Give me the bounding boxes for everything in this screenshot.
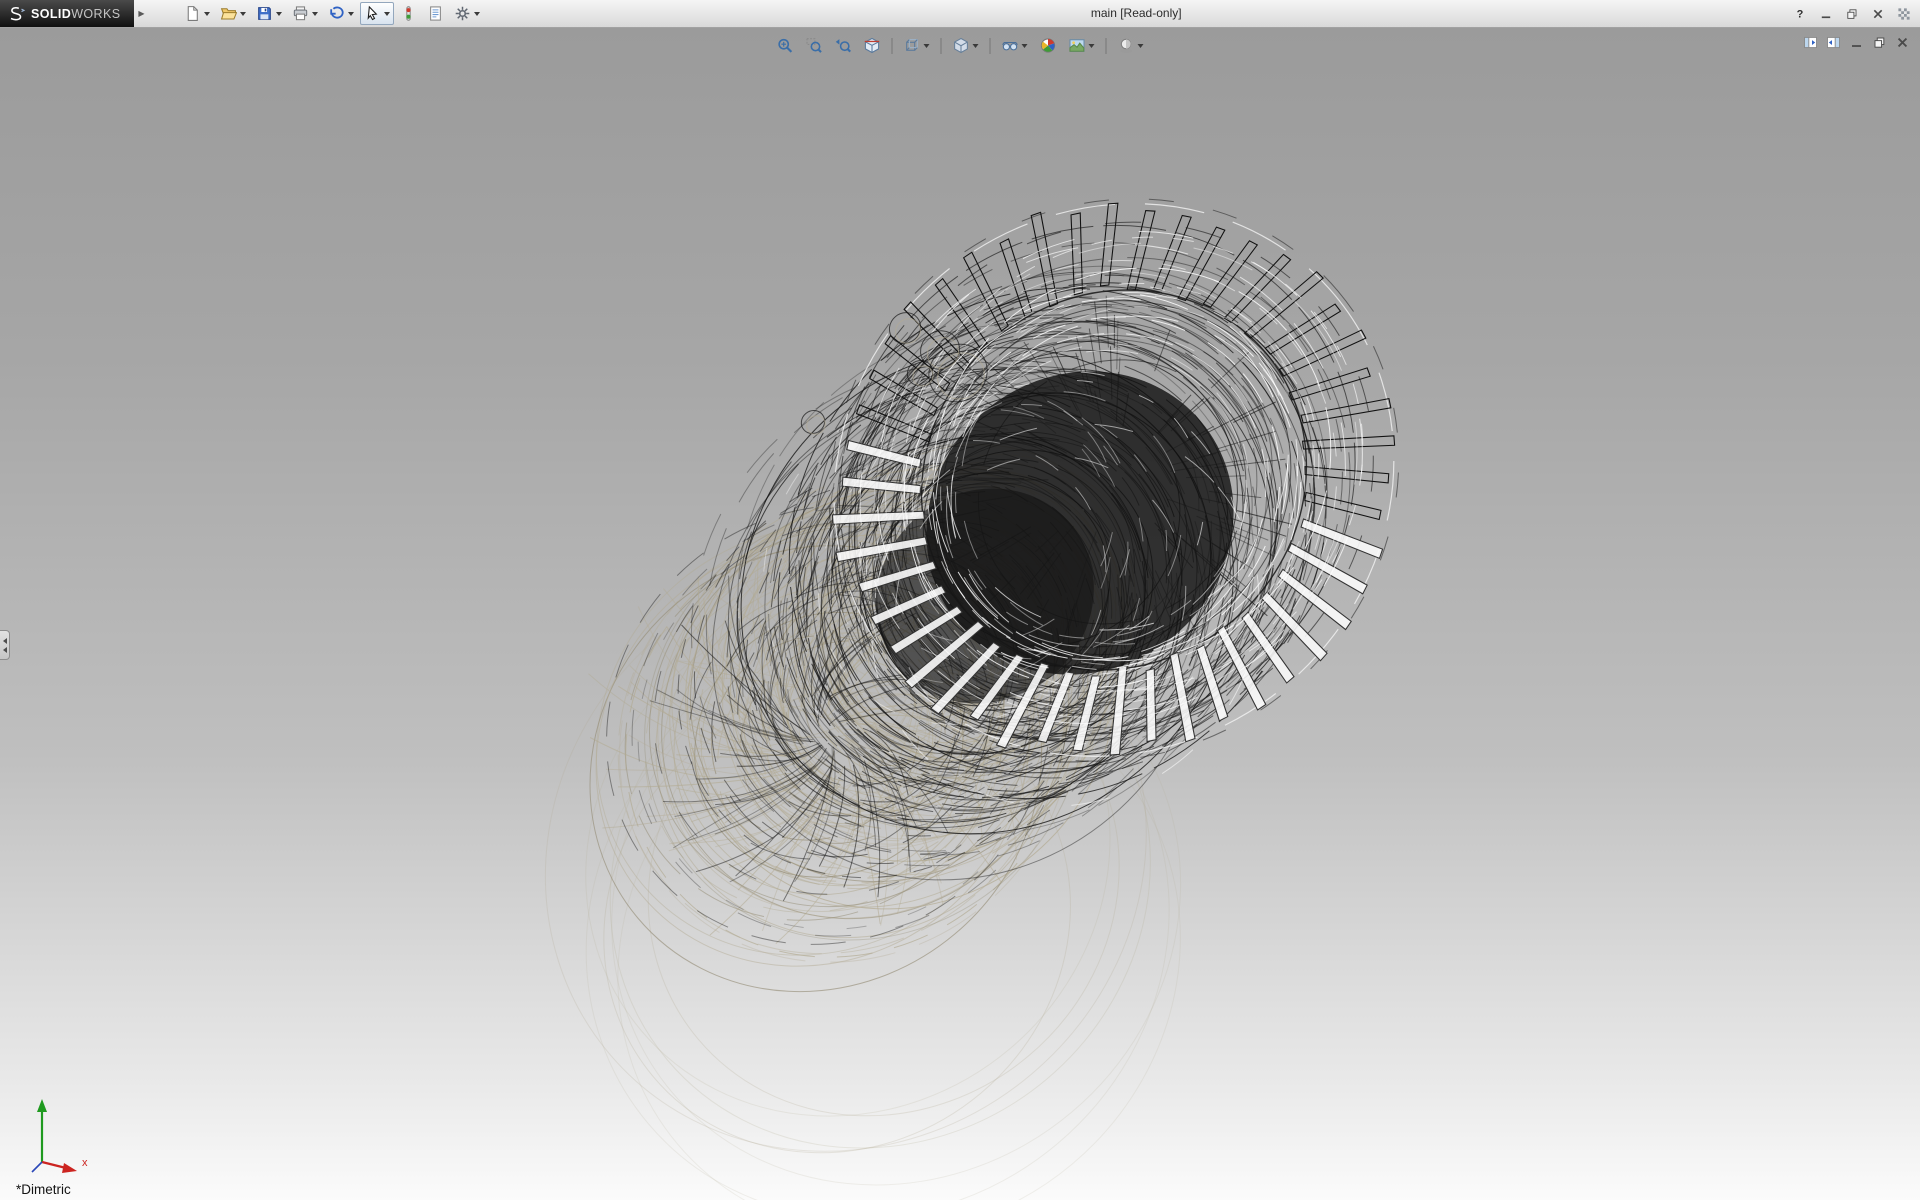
brand-light: WORKS xyxy=(71,7,120,21)
dropdown-caret-icon[interactable] xyxy=(348,12,354,16)
solidworks-logo[interactable]: SOLIDWORKS xyxy=(0,0,134,27)
toolbar-separator xyxy=(1106,38,1107,54)
file-properties-button[interactable] xyxy=(423,2,448,25)
window-title: main [Read-only] xyxy=(484,0,1788,27)
edit-appearance-button[interactable] xyxy=(1036,34,1061,57)
dropdown-caret-icon[interactable] xyxy=(384,12,390,16)
select-cursor-icon xyxy=(364,5,381,22)
toolbar-separator xyxy=(941,38,942,54)
doc-close-button[interactable] xyxy=(1892,33,1912,51)
undo-icon xyxy=(328,5,345,22)
save-button[interactable] xyxy=(252,2,286,25)
dropdown-caret-icon[interactable] xyxy=(276,12,282,16)
pane-right-icon xyxy=(1826,35,1841,50)
svg-text:?: ? xyxy=(1796,8,1803,20)
open-folder-button[interactable] xyxy=(216,2,250,25)
close-button[interactable] xyxy=(1866,4,1889,23)
help-button[interactable]: ? xyxy=(1788,4,1811,23)
dropdown-caret-icon[interactable] xyxy=(1089,44,1095,48)
featuremanager-splitter-handle[interactable] xyxy=(0,630,10,660)
status-light-icon xyxy=(400,5,417,22)
doc-restore-button[interactable] xyxy=(1869,33,1889,51)
window-grid-button[interactable] xyxy=(1892,4,1915,23)
zoom-fit-button[interactable] xyxy=(773,34,798,57)
print-icon xyxy=(292,5,309,22)
dropdown-caret-icon[interactable] xyxy=(240,12,246,16)
dropdown-caret-icon[interactable] xyxy=(924,44,930,48)
document-window-controls xyxy=(1800,33,1912,51)
zoom-area-icon xyxy=(806,37,823,54)
dropdown-caret-icon[interactable] xyxy=(474,12,480,16)
close-icon xyxy=(1871,7,1885,21)
view-settings-button[interactable] xyxy=(1114,34,1148,57)
new-document-icon xyxy=(184,5,201,22)
open-folder-icon xyxy=(220,5,237,22)
options-gear-button[interactable] xyxy=(450,2,484,25)
section-view-icon xyxy=(864,37,881,54)
apply-scene-button[interactable] xyxy=(1065,34,1099,57)
triad-x-arrowhead xyxy=(62,1163,77,1173)
previous-view-icon xyxy=(835,37,852,54)
display-style-button[interactable] xyxy=(949,34,983,57)
toggle-left-pane-button[interactable] xyxy=(1800,33,1820,51)
toggle-right-pane-button[interactable] xyxy=(1823,33,1843,51)
zoom-area-button[interactable] xyxy=(802,34,827,57)
orientation-triad: x xyxy=(2,1084,102,1184)
viewport[interactable]: x *Dimetric xyxy=(0,28,1920,1200)
triad-x-axis xyxy=(42,1162,66,1168)
solidworks-logo-icon xyxy=(8,6,26,22)
pane-left-icon xyxy=(1803,35,1818,50)
brand-bold: SOLID xyxy=(31,7,71,21)
options-gear-icon xyxy=(454,5,471,22)
status-light-button[interactable] xyxy=(396,2,421,25)
dropdown-caret-icon[interactable] xyxy=(973,44,979,48)
restore-button[interactable] xyxy=(1840,4,1863,23)
triad-y-arrowhead xyxy=(37,1099,47,1112)
triad-x-label: x xyxy=(82,1157,88,1169)
engine-wireframe-model xyxy=(0,28,1920,1200)
toolbar-separator xyxy=(990,38,991,54)
view-orientation-button[interactable] xyxy=(900,34,934,57)
dropdown-caret-icon[interactable] xyxy=(312,12,318,16)
view-settings-icon xyxy=(1118,37,1135,54)
hide-show-items-icon xyxy=(1002,37,1019,54)
edit-appearance-icon xyxy=(1040,37,1057,54)
hide-show-items-button[interactable] xyxy=(998,34,1032,57)
toolbar-separator xyxy=(892,38,893,54)
section-view-button[interactable] xyxy=(860,34,885,57)
previous-view-button[interactable] xyxy=(831,34,856,57)
minimize-button[interactable] xyxy=(1814,4,1837,23)
view-orientation-icon xyxy=(904,37,921,54)
dropdown-caret-icon[interactable] xyxy=(1022,44,1028,48)
restore-icon xyxy=(1872,35,1887,50)
minimize-icon xyxy=(1819,7,1833,21)
minimize-icon xyxy=(1849,35,1864,50)
triad-z-axis xyxy=(32,1162,42,1172)
titlebar: SOLIDWORKS ▶ main [Read-only] ? xyxy=(0,0,1920,28)
dropdown-caret-icon[interactable] xyxy=(204,12,210,16)
file-properties-icon xyxy=(427,5,444,22)
select-cursor-button[interactable] xyxy=(360,2,394,25)
display-style-icon xyxy=(953,37,970,54)
dropdown-caret-icon[interactable] xyxy=(1138,44,1144,48)
brand-name: SOLIDWORKS xyxy=(31,7,120,21)
restore-icon xyxy=(1845,7,1859,21)
undo-button[interactable] xyxy=(324,2,358,25)
print-button[interactable] xyxy=(288,2,322,25)
headsup-toolbar xyxy=(773,34,1148,57)
apply-scene-icon xyxy=(1069,37,1086,54)
window-controls: ? xyxy=(1788,0,1920,27)
main-toolbar xyxy=(180,0,484,27)
new-document-button[interactable] xyxy=(180,2,214,25)
help-icon: ? xyxy=(1793,7,1807,21)
save-icon xyxy=(256,5,273,22)
checker-icon xyxy=(1897,7,1911,21)
doc-minimize-button[interactable] xyxy=(1846,33,1866,51)
zoom-fit-icon xyxy=(777,37,794,54)
view-orientation-label: *Dimetric xyxy=(16,1182,71,1197)
menu-flyout-arrow-icon[interactable]: ▶ xyxy=(134,0,148,27)
close-icon xyxy=(1895,35,1910,50)
